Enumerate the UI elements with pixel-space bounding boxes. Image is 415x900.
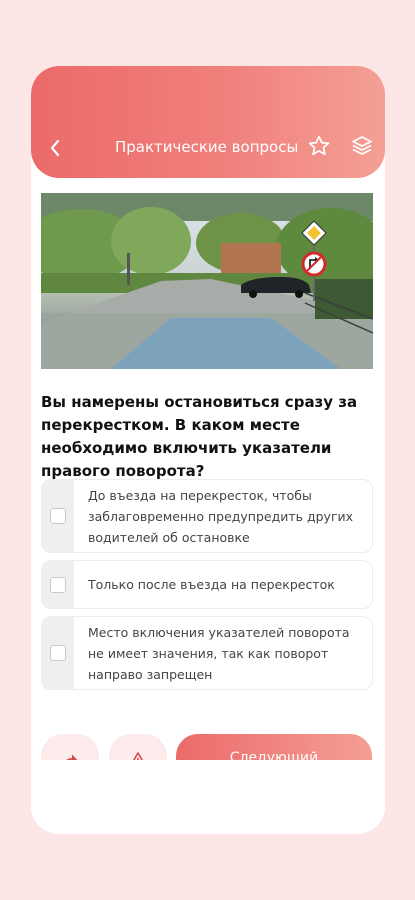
road-scene-image [41,193,373,369]
answer-text: До въезда на перекресток, чтобы заблагов… [88,487,354,545]
question-photo [41,193,373,369]
answer-option-1[interactable]: До въезда на перекресток, чтобы заблагов… [41,479,373,553]
back-button[interactable] [43,136,67,160]
answer-option-2[interactable]: Только после въезда на перекресток [41,560,373,609]
answer-option-3[interactable]: Место включения указателей поворота не и… [41,616,373,690]
answer-checkbox-area [42,480,74,552]
layers-button[interactable] [351,135,375,159]
chevron-left-icon [50,139,60,157]
answer-checkbox-area [42,561,74,608]
header-bar: Практические вопросы [31,66,385,178]
answer-text: Место включения указателей поворота не и… [88,624,350,682]
answer-checkbox-area [42,617,74,689]
answer-text: Только после въезда на перекресток [88,577,335,592]
answer-checkbox[interactable] [50,508,66,524]
answer-checkbox[interactable] [50,576,66,593]
page-title: Практические вопросы [115,138,299,156]
app-screen: Практические вопросы Вы намерены останов… [31,66,385,834]
favorite-button[interactable] [307,134,333,160]
bottom-panel [31,760,385,834]
layers-icon [352,136,372,155]
answer-checkbox[interactable] [50,645,66,661]
star-icon [308,135,330,156]
question-text: Вы намерены остановиться сразу за перекр… [41,393,358,480]
